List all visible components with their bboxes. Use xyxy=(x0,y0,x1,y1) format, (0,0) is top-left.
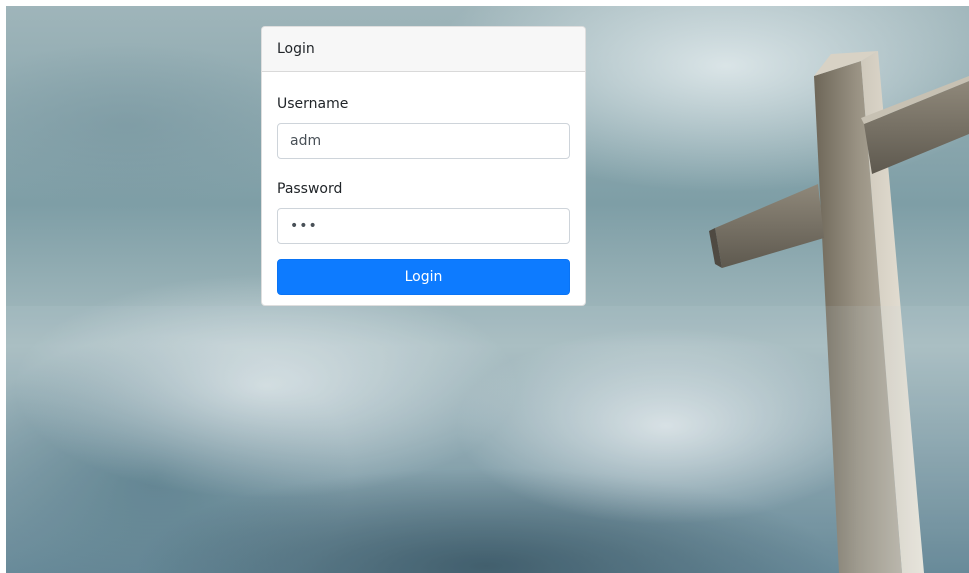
login-card-header: Login xyxy=(262,27,585,72)
username-label: Username xyxy=(277,96,349,112)
login-button[interactable]: Login xyxy=(277,259,570,295)
password-input[interactable] xyxy=(277,208,570,244)
login-form: Username Password Login xyxy=(262,94,585,295)
login-card-title: Login xyxy=(277,41,315,57)
username-input[interactable] xyxy=(277,123,570,159)
login-card: Login Username Password Login xyxy=(261,26,586,306)
password-label: Password xyxy=(277,181,343,197)
